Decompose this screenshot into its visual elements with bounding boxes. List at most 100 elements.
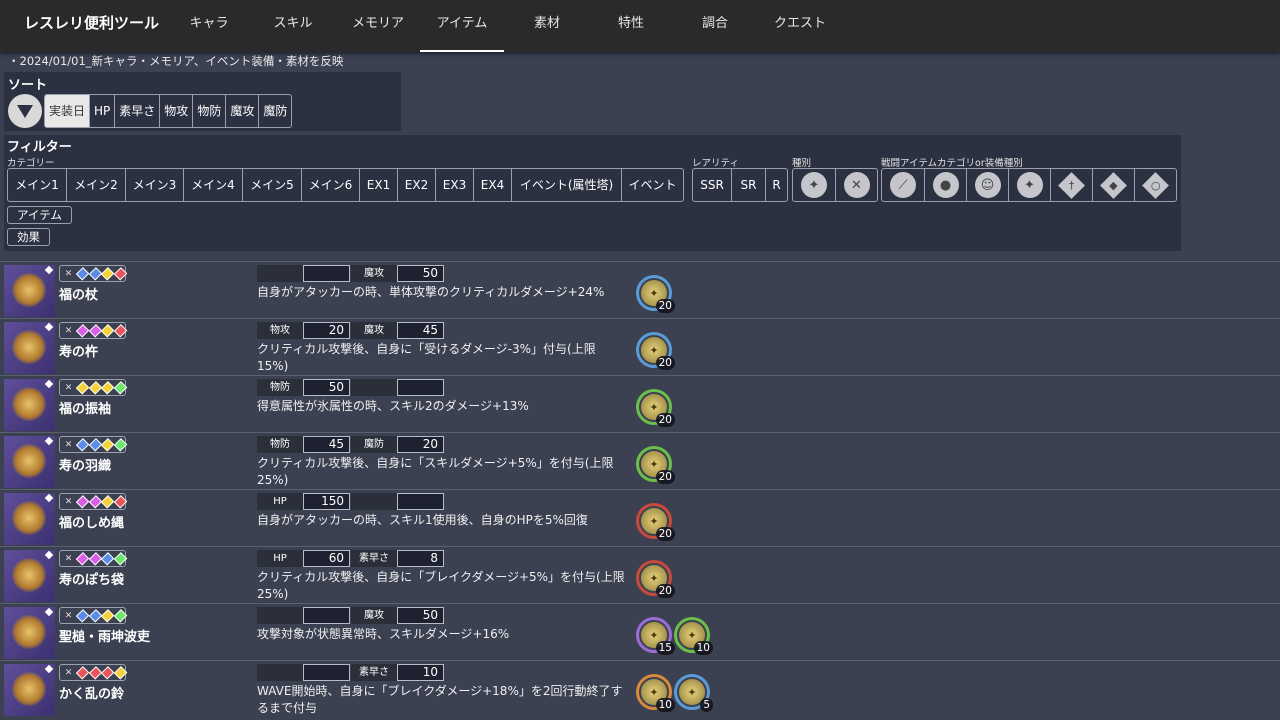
item-row[interactable]: ✕ かく乱の鈴 素早さ 10 WAVE開始時、自身に「ブレイクダメージ+18%」を… [0, 660, 1280, 717]
item-toggle-button[interactable]: アイテム [7, 206, 72, 224]
item-thumbnail[interactable] [4, 436, 55, 488]
item-effect: WAVE開始時、自身に「ブレイクダメージ+18%」を2回行動終了するまで付与 [257, 684, 623, 715]
memoria-badge[interactable]: ✦ 20 [636, 503, 675, 541]
category-event[interactable]: イベント [621, 169, 683, 201]
memoria-badge[interactable]: ✦ 15 [636, 617, 675, 655]
app-title[interactable]: レスレリ便利ツール [24, 12, 159, 33]
item-row[interactable]: ✕ 寿の羽織 物防 45 魔防 20 クリティカル攻撃後、自身に「スキルダメージ+5%… [0, 432, 1280, 489]
sort-option-hp[interactable]: HP [89, 95, 114, 127]
memoria-badge[interactable]: ✦ 20 [636, 332, 675, 370]
attribute-diamond [113, 608, 128, 623]
tab-item[interactable]: アイテム [420, 12, 504, 52]
category-ex4[interactable]: EX4 [473, 169, 511, 201]
effect-toggle-button[interactable]: 効果 [7, 228, 50, 246]
attack-attribute-icon: ✕ [64, 268, 73, 279]
category-main4[interactable]: メイン4 [183, 169, 242, 201]
rarity-ssr[interactable]: SSR [693, 169, 731, 201]
category-main1[interactable]: メイン1 [8, 169, 66, 201]
filter-title: フィルター [7, 140, 72, 155]
category-ex2[interactable]: EX2 [397, 169, 435, 201]
battle-sparkle-button[interactable]: ✦ [1008, 169, 1050, 201]
tab-synthesis[interactable]: 調合 [684, 12, 746, 52]
attack-attribute-icon: ✕ [64, 610, 73, 621]
item-thumbnail[interactable] [4, 607, 55, 659]
kind-defense-button[interactable]: ✕ [835, 169, 877, 201]
rarity-gem-icon [44, 493, 54, 503]
item-row[interactable]: ✕ 福の杖 魔攻 50 自身がアタッカーの時、単体攻撃のクリティカルダメージ+24… [0, 261, 1280, 318]
category-ex3[interactable]: EX3 [435, 169, 473, 201]
memoria-badge[interactable]: ✦ 10 [636, 674, 675, 712]
category-main5[interactable]: メイン5 [242, 169, 301, 201]
item-image [12, 444, 46, 478]
sort-option-release[interactable]: 実装日 [45, 95, 90, 127]
sort-option-pdef[interactable]: 物防 [192, 95, 225, 127]
sort-option-mdef[interactable]: 魔防 [258, 95, 291, 127]
tab-memoria[interactable]: メモリア [340, 12, 416, 52]
kind-attack-button[interactable]: ✦ [793, 169, 835, 201]
tab-trait[interactable]: 特性 [600, 12, 662, 52]
rarity-filter: SSR SR R [692, 168, 788, 202]
sort-option-speed[interactable]: 素早さ [114, 95, 159, 127]
stat-label: HP [257, 550, 303, 567]
rarity-r[interactable]: R [765, 169, 787, 201]
sort-options: 実装日 HP 素早さ 物攻 物防 魔攻 魔防 [44, 94, 293, 128]
category-main3[interactable]: メイン3 [125, 169, 183, 201]
memoria-badge[interactable]: ✦ 5 [674, 674, 713, 712]
sort-option-matk[interactable]: 魔攻 [225, 95, 258, 127]
rarity-gem-icon [44, 550, 54, 560]
item-row[interactable]: ✕ 福の振袖 物防 50 得意属性が氷属性の時、スキル2のダメージ+13% ✦ 2… [0, 375, 1280, 432]
memoria-badge[interactable]: ✦ 10 [674, 617, 713, 655]
stat-label [257, 607, 303, 624]
attack-attribute-icon: ✕ [64, 439, 73, 450]
item-row[interactable]: ✕ 寿の杵 物攻 20 魔攻 45 クリティカル攻撃後、自身に「受けるダメージ-3%」… [0, 318, 1280, 375]
battle-person-button[interactable]: ● [924, 169, 966, 201]
item-thumbnail[interactable] [4, 664, 55, 716]
filter-panel: フィルター カテゴリー メイン1 メイン2 メイン3 メイン4 メイン5 メイン… [4, 135, 1181, 251]
rarity-sr[interactable]: SR [731, 169, 765, 201]
equip-ring-button[interactable]: ○ [1134, 169, 1176, 201]
tab-skill[interactable]: スキル [262, 12, 324, 52]
category-ex1[interactable]: EX1 [359, 169, 397, 201]
sort-option-patk[interactable]: 物攻 [159, 95, 192, 127]
item-thumbnail[interactable] [4, 265, 55, 317]
item-thumbnail[interactable] [4, 379, 55, 431]
item-thumbnail[interactable] [4, 493, 55, 545]
item-thumbnail[interactable] [4, 550, 55, 602]
item-name: 寿の杵 [59, 345, 99, 360]
item-row[interactable]: ✕ 聖槌・雨坤波吏 魔攻 50 攻撃対象が状態異常時、スキルダメージ+16% ✦ … [0, 603, 1280, 660]
attribute-diamond [113, 266, 128, 281]
item-row[interactable]: ✕ 福のしめ縄 HP 150 自身がアタッカーの時、スキル1使用後、自身のHPを5… [0, 489, 1280, 546]
tab-quest[interactable]: クエスト [762, 12, 838, 52]
stat-label: 魔攻 [351, 607, 397, 624]
memoria-badge[interactable]: ✦ 20 [636, 446, 675, 484]
stat-label: 物攻 [257, 322, 303, 339]
defense-type-icon: ✕ [843, 172, 870, 198]
battle-weapon-button[interactable]: ⟋ [882, 169, 924, 201]
attribute-diamond [113, 380, 128, 395]
stat-label: 素早さ [351, 550, 397, 567]
attribute-diamond [113, 494, 128, 509]
category-event-tower[interactable]: イベント(属性塔) [511, 169, 621, 201]
category-main2[interactable]: メイン2 [66, 169, 125, 201]
memoria-badge[interactable]: ✦ 20 [636, 560, 675, 598]
stat-value [303, 265, 350, 282]
equip-shield-button[interactable]: ◆ [1092, 169, 1134, 201]
item-thumbnail[interactable] [4, 322, 55, 374]
stat-label: 物防 [257, 436, 303, 453]
memoria-badge[interactable]: ✦ 20 [636, 389, 675, 427]
memoria-badge[interactable]: ✦ 20 [636, 275, 675, 313]
attribute-box: ✕ [59, 607, 128, 624]
tab-chara[interactable]: キャラ [178, 12, 240, 52]
item-name: 福のしめ縄 [59, 516, 125, 531]
sort-direction-toggle[interactable] [8, 94, 42, 128]
category-main6[interactable]: メイン6 [301, 169, 359, 201]
app-header: レスレリ便利ツール キャラ スキル メモリア アイテム 素材 特性 調合 クエス… [0, 0, 1280, 52]
sparkle-icon: ✦ [1016, 172, 1043, 198]
equip-sword-button[interactable]: † [1050, 169, 1092, 201]
item-row[interactable]: ✕ 寿のぽち袋 HP 60 素早さ 8 クリティカル攻撃後、自身に「ブレイクダメージ+… [0, 546, 1280, 603]
battle-ghost-button[interactable]: ☺ [966, 169, 1008, 201]
tab-material[interactable]: 素材 [516, 12, 578, 52]
attack-attribute-icon: ✕ [64, 496, 73, 507]
stat-label: 素早さ [351, 664, 397, 681]
stat-value: 50 [303, 379, 350, 396]
